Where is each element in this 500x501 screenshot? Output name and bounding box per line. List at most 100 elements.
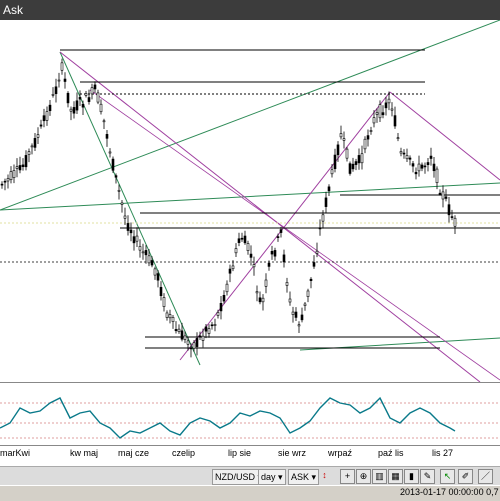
candle-body [117, 189, 121, 192]
x-tick-label: marKwi [0, 448, 31, 458]
candle-body [384, 102, 388, 109]
candle-body [6, 178, 10, 182]
candle-body [309, 278, 313, 281]
candle-body [93, 84, 97, 90]
candle-body [429, 155, 433, 159]
candle-body [237, 238, 241, 243]
candle-body [444, 196, 448, 199]
candle-body [435, 168, 439, 184]
candle-body [162, 297, 166, 307]
candle-body [336, 144, 340, 156]
candle-body [0, 183, 4, 186]
status-datetime: 2013-01-17 00:00:00 0,7 [400, 487, 499, 497]
candle-body [48, 104, 52, 112]
candle-body [303, 303, 307, 306]
candle-body [63, 78, 67, 82]
x-tick-label: paź lis [378, 448, 404, 458]
candle-body [216, 312, 220, 316]
candle-body [36, 134, 40, 138]
zoom-in-icon[interactable]: ⊕ [356, 469, 371, 484]
candle-body [420, 164, 424, 169]
candle-body [195, 338, 199, 347]
oscillator-canvas[interactable] [0, 383, 500, 445]
candle-body [327, 186, 331, 192]
candle-body [156, 273, 160, 281]
candle-body [54, 86, 58, 95]
candle-body [255, 291, 259, 294]
candle-body [342, 138, 346, 141]
candle-body [291, 311, 295, 315]
trendline-mid-green[interactable] [0, 182, 500, 211]
candle-body [378, 104, 382, 119]
line-tool-icon[interactable]: ／ [478, 469, 493, 484]
candle-body [135, 235, 139, 242]
symbol-label: NZD/USD [215, 472, 255, 482]
candle-body [204, 326, 208, 332]
candle-body [210, 324, 214, 327]
candle-body [240, 237, 244, 240]
candle-body [267, 262, 271, 267]
settings-icon[interactable]: ✎ [420, 469, 435, 484]
candle-body [453, 217, 457, 227]
window-titlebar: Ask [0, 0, 500, 20]
candle-body [381, 112, 385, 116]
candle-body [252, 264, 256, 268]
candle-body [150, 260, 154, 266]
candle-body [372, 117, 376, 124]
trendline-upper-green[interactable] [0, 20, 500, 211]
candle-body [114, 175, 118, 178]
candle-body [132, 236, 136, 244]
candle-body [120, 202, 124, 205]
candle-body [69, 108, 73, 112]
cursor-icon[interactable]: ↖ [440, 469, 455, 484]
trendline-purple-2[interactable] [179, 91, 391, 361]
oscillator-panel[interactable] [0, 383, 500, 446]
candle-body [24, 155, 28, 168]
candle-body [447, 204, 451, 216]
grid-icon[interactable]: ▦ [388, 469, 403, 484]
candle-body [363, 138, 367, 150]
timeframe-select[interactable]: day ▾ [258, 469, 286, 485]
candle-body [174, 329, 178, 332]
candle-body [99, 103, 103, 113]
candle-body [153, 268, 157, 276]
candlestick-series [0, 58, 457, 358]
candle-body [96, 92, 100, 103]
candle-body [108, 151, 112, 154]
candle-body [330, 169, 334, 175]
candle-body [315, 250, 319, 254]
bar-icon[interactable]: ▮ [404, 469, 419, 484]
candle-body [105, 134, 109, 139]
arrow-icon[interactable]: ↕ [318, 469, 331, 482]
candle-body [294, 311, 298, 318]
price-chart-canvas[interactable] [0, 20, 500, 382]
time-axis: marKwi kw maj maj cze czelip lip sie sie… [0, 446, 500, 466]
candle-body [351, 163, 355, 170]
candle-body [186, 340, 190, 345]
trendline-purple-3[interactable] [389, 91, 500, 181]
candle-body [207, 328, 211, 334]
add-icon[interactable]: + [340, 469, 355, 484]
price-chart[interactable] [0, 20, 500, 383]
candle-body [144, 250, 148, 256]
candle-body [369, 130, 373, 132]
candle-body [345, 148, 349, 159]
candle-body [225, 283, 229, 293]
candle-body [33, 138, 37, 148]
price-side-select[interactable]: ASK ▾ [288, 469, 320, 485]
chart-icon[interactable]: ▥ [372, 469, 387, 484]
candle-body [198, 335, 202, 338]
candle-body [288, 298, 292, 303]
x-tick-label: wrpaź [328, 448, 353, 458]
candle-body [171, 317, 175, 322]
candle-body [285, 282, 289, 286]
pen-icon[interactable]: ✐ [458, 469, 473, 484]
x-tick-label: kw maj [70, 448, 99, 458]
candle-body [441, 191, 445, 200]
candle-body [18, 165, 22, 171]
candle-body [21, 164, 25, 168]
candle-body [408, 157, 412, 160]
candle-body [333, 154, 337, 169]
candle-body [234, 248, 238, 254]
candle-body [219, 302, 223, 312]
